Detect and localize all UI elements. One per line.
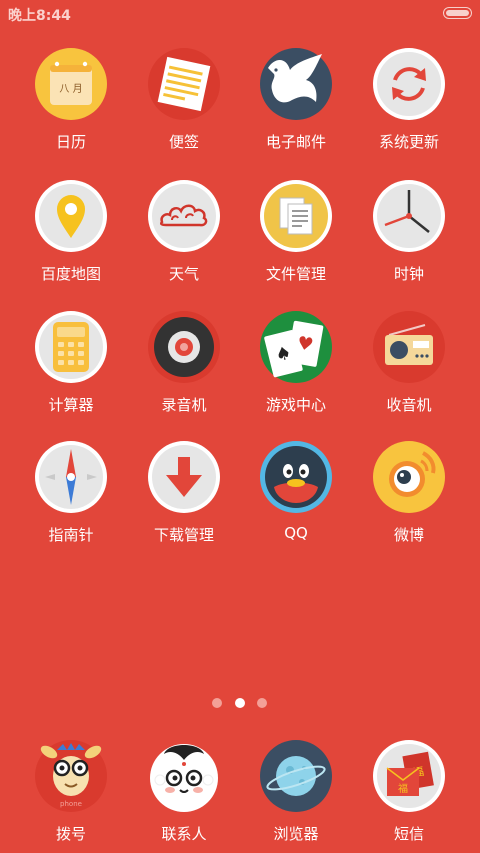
app-label: 指南针 [48,526,94,544]
contacts-face-icon [148,740,220,812]
app-weibo[interactable]: 微博 [349,441,469,553]
sms-envelope-icon: 福 福 [373,740,445,812]
notes-icon [148,48,220,120]
svg-text:phone: phone [60,800,82,808]
playing-cards-icon: ♠ ♥ [260,311,332,383]
browser-planet-icon [260,740,332,812]
app-file-manager[interactable]: 文件管理 [236,180,356,292]
page-indicator-dot[interactable] [257,698,267,708]
file-manager-icon [260,180,332,252]
app-email[interactable]: 电子邮件 [236,48,356,160]
dock-app-sms[interactable]: 福 福 短信 [349,740,469,852]
app-notes[interactable]: 便签 [124,48,244,160]
app-label: 下载管理 [153,526,214,544]
app-calendar[interactable]: 八 月 日历 [11,48,131,160]
weather-cloud-icon [148,180,220,252]
page-indicator-dot-active[interactable] [235,698,245,708]
compass-icon [35,441,107,513]
app-label: 收音机 [386,396,432,414]
recorder-icon [148,311,220,383]
app-label: 日历 [55,133,86,151]
app-game-center[interactable]: ♠ ♥ 游戏中心 [236,311,356,423]
app-label: 拨号 [55,825,86,843]
app-label: 游戏中心 [265,396,326,414]
app-radio[interactable]: 收音机 [349,311,469,423]
app-label: 天气 [168,265,199,283]
app-label: 联系人 [161,825,207,843]
dock-app-contacts[interactable]: 联系人 [124,740,244,852]
radio-icon [373,311,445,383]
app-recorder[interactable]: 录音机 [124,311,244,423]
system-update-icon [373,48,445,120]
app-label: 文件管理 [265,265,326,283]
svg-text:福: 福 [398,782,408,795]
app-label: 百度地图 [40,265,101,283]
app-label: 浏览器 [273,825,319,843]
app-baidu-map[interactable]: 百度地图 [11,180,131,292]
email-dove-icon [260,48,332,120]
weibo-eye-icon [373,441,445,513]
status-time: 晚上8:44 [8,8,71,24]
map-pin-icon [35,180,107,252]
clock-icon [373,180,445,252]
app-system-update[interactable]: 系统更新 [349,48,469,160]
app-label: 电子邮件 [265,133,326,151]
download-arrow-icon [148,441,220,513]
app-label: 录音机 [161,396,207,414]
svg-text:八 月: 八 月 [59,83,82,95]
status-bar: 晚上8:44 [0,0,480,26]
app-label: 短信 [393,825,424,843]
app-label: 便签 [168,133,199,151]
battery-icon [443,7,472,19]
app-qq[interactable]: QQ [236,441,356,553]
app-calculator[interactable]: 计算器 [11,311,131,423]
dock-app-browser[interactable]: 浏览器 [236,740,356,852]
qq-penguin-icon [260,441,332,513]
app-label: 系统更新 [378,133,439,151]
page-indicator-dot[interactable] [212,698,222,708]
app-weather[interactable]: 天气 [124,180,244,292]
app-download-manager[interactable]: 下载管理 [124,441,244,553]
app-label: 微博 [393,526,424,544]
calculator-icon [35,311,107,383]
calendar-icon: 八 月 [35,48,107,120]
app-label: 时钟 [393,265,424,283]
app-compass[interactable]: 指南针 [11,441,131,553]
app-label: 计算器 [48,396,94,414]
dock-app-dialer[interactable]: phone 拨号 [11,740,131,852]
dialer-goat-icon: phone [35,740,107,812]
app-clock[interactable]: 时钟 [349,180,469,292]
app-label: QQ [284,524,308,542]
